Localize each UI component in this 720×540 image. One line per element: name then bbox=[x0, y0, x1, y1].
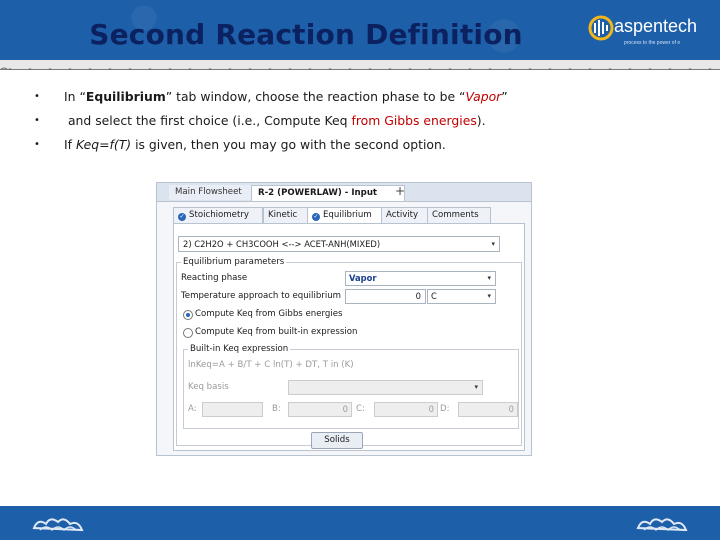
keq-formula: lnKeq=A + B/T + C ln(T) + DT, T in (K) bbox=[188, 360, 354, 370]
cloud-ornament-left-icon bbox=[32, 518, 84, 532]
tab-label: Kinetic bbox=[268, 210, 298, 220]
cloud-ornament-right-icon bbox=[636, 518, 688, 532]
tab-label: Stoichiometry bbox=[189, 210, 249, 220]
tab-label: Comments bbox=[432, 210, 479, 220]
gibbs-radio[interactable] bbox=[183, 310, 193, 320]
tab-comments[interactable]: Comments bbox=[427, 207, 491, 224]
tab-activity[interactable]: Activity bbox=[381, 207, 429, 224]
dropdown-arrow-icon: ▾ bbox=[487, 274, 491, 282]
logo-tagline: process to the power of e bbox=[624, 40, 681, 46]
bullet-bold-text: Equilibrium bbox=[85, 89, 166, 104]
temperature-approach-label: Temperature approach to equilibrium bbox=[181, 291, 342, 301]
document-tab-bar: Main Flowsheet R-2 (POWERLAW) - Input + bbox=[157, 183, 531, 202]
coeff-c-label: C: bbox=[356, 404, 365, 414]
keq-basis-select[interactable]: ▾ bbox=[288, 380, 483, 395]
aspentech-logo: aspentech process to the power of e bbox=[588, 12, 713, 52]
equilibrium-parameters-group: Equilibrium parameters Reacting phase Va… bbox=[176, 257, 522, 449]
bullet-text: and select the first choice (i.e., Compu… bbox=[64, 113, 352, 128]
temperature-unit-select[interactable]: C ▾ bbox=[427, 289, 496, 304]
bullet-item: • In “Equilibrium” tab window, choose th… bbox=[34, 90, 714, 114]
bullet-item: • and select the first choice (i.e., Com… bbox=[34, 114, 714, 138]
tab-label: Equilibrium bbox=[323, 210, 372, 220]
bullet-dot-icon: • bbox=[34, 91, 40, 102]
coeff-b-value: 0 bbox=[342, 404, 348, 414]
tab-equilibrium[interactable]: ✓ Equilibrium bbox=[307, 207, 385, 224]
bullet-text: In “ bbox=[64, 89, 86, 104]
bullet-text: ” bbox=[501, 89, 508, 104]
group-legend: Equilibrium parameters bbox=[181, 257, 287, 267]
builtin-option-label: Compute Keq from built-in expression bbox=[195, 327, 358, 337]
reacting-phase-label: Reacting phase bbox=[181, 273, 248, 283]
header-band: Second Reaction Definition aspentech pro… bbox=[0, 0, 720, 60]
bullet-text: If bbox=[64, 137, 76, 152]
coeff-b-label: B: bbox=[272, 404, 281, 414]
check-circle-icon: ✓ bbox=[178, 213, 186, 221]
check-circle-icon: ✓ bbox=[312, 213, 320, 221]
reacting-phase-value: Vapor bbox=[349, 273, 377, 283]
equilibrium-form: 2) C2H2O + CH3COOH <--> ACET-ANH(MIXED) … bbox=[173, 223, 525, 451]
footer-band bbox=[0, 506, 720, 540]
coeff-a-label: A: bbox=[188, 404, 197, 414]
ornament-pattern-icon bbox=[0, 67, 720, 70]
aspen-input-window: Main Flowsheet R-2 (POWERLAW) - Input + … bbox=[156, 182, 532, 456]
coeff-d-input[interactable]: 0 bbox=[458, 402, 518, 417]
coeff-b-input[interactable]: 0 bbox=[288, 402, 352, 417]
tab-main-flowsheet[interactable]: Main Flowsheet bbox=[169, 185, 257, 200]
bullet-highlight-text: from Gibbs energies bbox=[351, 113, 477, 128]
dropdown-arrow-icon: ▾ bbox=[491, 240, 495, 248]
tab-r2-input[interactable]: R-2 (POWERLAW) - Input bbox=[251, 185, 405, 201]
reaction-select-value: 2) C2H2O + CH3COOH <--> ACET-ANH(MIXED) bbox=[183, 239, 381, 249]
add-tab-icon[interactable]: + bbox=[395, 184, 405, 198]
bullet-highlight-text: Vapor bbox=[465, 89, 502, 104]
logo-swirl-icon bbox=[588, 15, 614, 41]
bullet-item: • If Keq=f(T) is given, then you may go … bbox=[34, 138, 714, 162]
ornament-band bbox=[0, 60, 720, 70]
gibbs-option-label: Compute Keq from Gibbs energies bbox=[195, 309, 343, 319]
temperature-approach-input[interactable]: 0 bbox=[345, 289, 426, 304]
coeff-c-input[interactable]: 0 bbox=[374, 402, 438, 417]
reaction-select[interactable]: 2) C2H2O + CH3COOH <--> ACET-ANH(MIXED) … bbox=[178, 236, 500, 252]
temperature-approach-value: 0 bbox=[415, 291, 421, 301]
keq-basis-label: Keq basis bbox=[188, 382, 229, 392]
bullet-text: is given, then you may go with the secon… bbox=[131, 137, 446, 152]
tab-kinetic[interactable]: Kinetic bbox=[263, 207, 311, 224]
temperature-unit-value: C bbox=[431, 291, 437, 301]
solids-button[interactable]: Solids bbox=[311, 432, 363, 449]
builtin-keq-group: Built-in Keq expression lnKeq=A + B/T + … bbox=[183, 344, 519, 429]
group-legend: Built-in Keq expression bbox=[188, 344, 291, 354]
reacting-phase-select[interactable]: Vapor ▾ bbox=[345, 271, 496, 286]
coeff-c-value: 0 bbox=[428, 404, 434, 414]
slide-title: Second Reaction Definition bbox=[89, 18, 523, 51]
tab-stoichiometry[interactable]: ✓ Stoichiometry bbox=[173, 207, 263, 224]
bullet-italic-text: Keq=f(T) bbox=[75, 137, 132, 152]
coeff-a-input[interactable] bbox=[202, 402, 263, 417]
bullet-dot-icon: • bbox=[34, 115, 40, 126]
dropdown-arrow-icon: ▾ bbox=[487, 292, 491, 300]
builtin-radio[interactable] bbox=[183, 328, 193, 338]
bullet-text: ” tab window, choose the reaction phase … bbox=[165, 89, 466, 104]
logo-text: aspentech bbox=[614, 16, 698, 36]
coeff-d-value: 0 bbox=[508, 404, 514, 414]
bullet-dot-icon: • bbox=[34, 139, 40, 150]
dropdown-arrow-icon: ▾ bbox=[474, 383, 478, 391]
bullet-text: ). bbox=[476, 113, 486, 128]
coeff-d-label: D: bbox=[440, 404, 450, 414]
bullet-list: • In “Equilibrium” tab window, choose th… bbox=[34, 90, 714, 162]
tab-label: Activity bbox=[386, 210, 419, 220]
